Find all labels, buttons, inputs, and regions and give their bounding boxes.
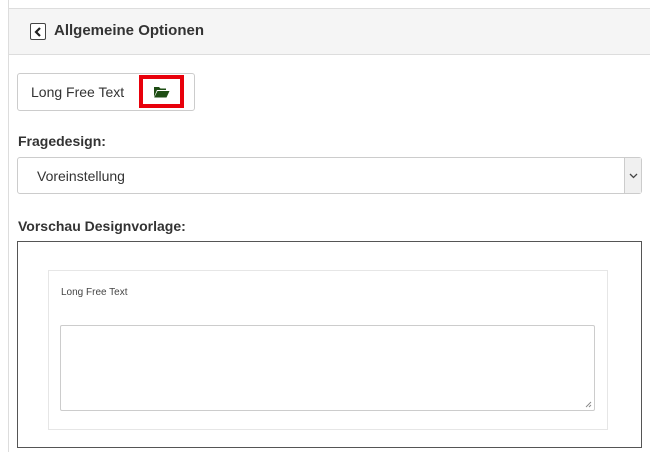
panel-header: Allgemeine Optionen <box>9 8 650 55</box>
folder-open-icon <box>154 86 170 97</box>
preview-question-card: Long Free Text <box>48 270 608 430</box>
design-select-toggle[interactable] <box>624 158 641 193</box>
panel-title: Allgemeine Optionen <box>54 22 205 39</box>
resize-grip-icon[interactable] <box>585 401 592 408</box>
preview-label: Vorschau Designvorlage: <box>18 218 186 234</box>
preview-question-text: Long Free Text <box>61 287 128 298</box>
design-select[interactable]: Voreinstellung <box>17 157 642 194</box>
preview-answer-textarea[interactable] <box>60 325 595 411</box>
design-label: Fragedesign: <box>18 133 106 149</box>
question-type-label: Long Free Text <box>31 84 125 100</box>
back-button[interactable] <box>30 23 46 40</box>
chevron-down-icon <box>629 173 637 178</box>
design-select-value: Voreinstellung <box>37 168 125 184</box>
design-preview: Long Free Text <box>17 241 642 448</box>
select-question-type-button[interactable] <box>139 75 184 108</box>
chevron-left-icon <box>34 26 41 37</box>
